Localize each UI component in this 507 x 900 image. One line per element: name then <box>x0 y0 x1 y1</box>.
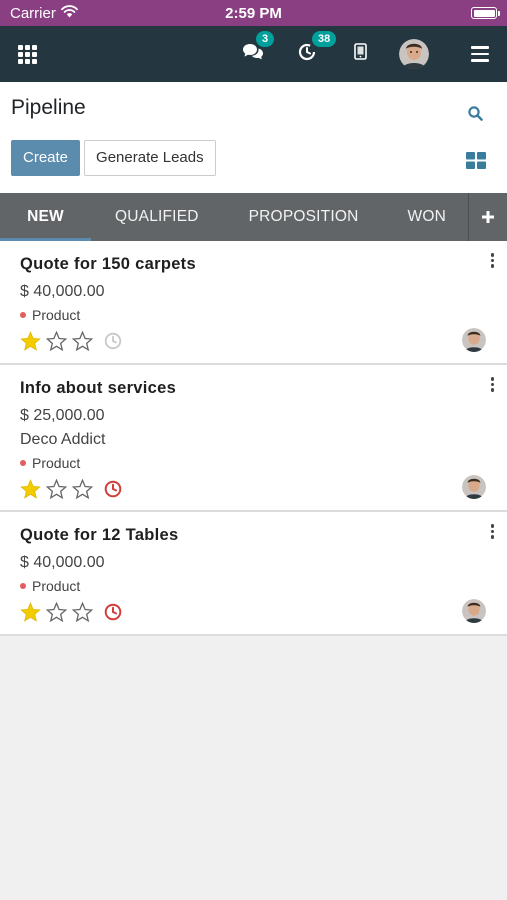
button-row: Create Generate Leads <box>11 140 496 176</box>
user-avatar[interactable] <box>399 39 429 69</box>
card-tag: Product <box>20 578 487 594</box>
control-panel: Pipeline Create Generate Leads <box>0 82 507 193</box>
tab-won[interactable]: WON <box>407 193 445 241</box>
phone-button[interactable] <box>354 43 367 65</box>
tag-label: Product <box>32 578 81 594</box>
card-partner: Deco Addict <box>20 431 106 448</box>
search-icon[interactable] <box>468 106 483 126</box>
tab-label: PROPOSITION <box>248 208 359 225</box>
card-tag: Product <box>20 307 487 323</box>
tag-color-dot <box>20 460 26 466</box>
star-empty-icon[interactable] <box>72 331 93 351</box>
star-filled-icon[interactable] <box>20 331 41 351</box>
star-empty-icon[interactable] <box>46 602 67 622</box>
star-empty-icon[interactable] <box>72 602 93 622</box>
tag-label: Product <box>32 455 81 471</box>
carrier-info: Carrier <box>10 5 78 22</box>
card-title: Info about services <box>20 379 177 397</box>
create-button[interactable]: Create <box>11 140 81 176</box>
card-title: Quote for 12 Tables <box>20 526 179 544</box>
messages-count-badge: 3 <box>256 30 275 47</box>
tab-proposition[interactable]: PROPOSITION <box>249 193 359 241</box>
card-title: Quote for 150 carpets <box>20 255 196 273</box>
card-footer <box>20 600 487 624</box>
stage-tabs: NEW QUALIFIED PROPOSITION WON <box>0 193 507 241</box>
card-menu-icon[interactable] <box>488 524 498 539</box>
tab-label: WON <box>407 208 446 225</box>
activity-overdue-clock-icon[interactable] <box>104 603 122 621</box>
activity-overdue-clock-icon[interactable] <box>104 480 122 498</box>
star-filled-icon[interactable] <box>20 479 41 499</box>
card-footer <box>20 329 487 353</box>
kanban-card[interactable]: Quote for 150 carpets $ 40,000.00 Produc… <box>0 241 507 365</box>
tag-color-dot <box>20 312 26 318</box>
salesperson-avatar <box>462 328 486 352</box>
star-empty-icon[interactable] <box>72 479 93 499</box>
page-title: Pipeline <box>11 96 86 119</box>
star-empty-icon[interactable] <box>46 331 67 351</box>
hamburger-menu-icon[interactable] <box>471 46 489 62</box>
tab-label: QUALIFIED <box>115 208 199 225</box>
battery-icon <box>471 7 500 19</box>
card-menu-icon[interactable] <box>488 253 498 268</box>
card-menu-icon[interactable] <box>488 377 498 392</box>
salesperson-avatar <box>462 475 486 499</box>
status-bar: Carrier 2:59 PM <box>0 0 507 26</box>
tag-label: Product <box>32 307 81 323</box>
kanban-card[interactable]: Info about services $ 25,000.00 Deco Add… <box>0 365 507 512</box>
top-navbar: 3 38 <box>0 26 507 82</box>
kanban-cards: Quote for 150 carpets $ 40,000.00 Produc… <box>0 241 507 636</box>
tab-new[interactable]: NEW <box>0 193 91 241</box>
kanban-view-icon[interactable] <box>466 152 486 174</box>
tag-color-dot <box>20 583 26 589</box>
card-footer <box>20 477 487 501</box>
card-amount: $ 40,000.00 <box>20 554 105 571</box>
salesperson-avatar <box>462 599 486 623</box>
tab-qualified[interactable]: QUALIFIED <box>115 193 199 241</box>
activity-clock-icon <box>298 43 316 66</box>
navbar-right: 3 38 <box>242 30 489 69</box>
activities-count-badge: 38 <box>312 30 337 47</box>
generate-leads-button[interactable]: Generate Leads <box>84 140 216 176</box>
messages-button[interactable]: 3 <box>242 30 275 66</box>
activities-button[interactable]: 38 <box>298 30 337 66</box>
wifi-icon <box>60 4 78 22</box>
card-amount: $ 25,000.00 <box>20 407 105 424</box>
carrier-label: Carrier <box>10 4 56 22</box>
kanban-card[interactable]: Quote for 12 Tables $ 40,000.00 Product <box>0 512 507 636</box>
apps-grid-icon[interactable] <box>18 44 37 64</box>
star-empty-icon[interactable] <box>46 479 67 499</box>
plus-icon <box>482 211 494 223</box>
activity-clock-icon[interactable] <box>104 332 122 350</box>
card-amount: $ 40,000.00 <box>20 283 105 300</box>
phone-icon <box>354 43 367 65</box>
card-tag: Product <box>20 455 487 471</box>
tab-label: NEW <box>27 208 64 225</box>
add-stage-button[interactable] <box>468 193 507 241</box>
star-filled-icon[interactable] <box>20 602 41 622</box>
